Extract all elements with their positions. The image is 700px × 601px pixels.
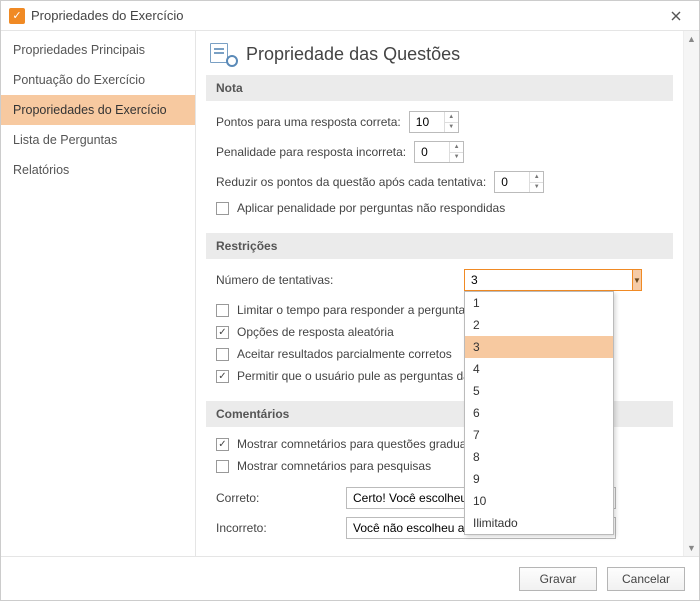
points-down[interactable]: ▼ (445, 123, 458, 133)
dd-item[interactable]: 8 (465, 446, 613, 468)
dd-item[interactable]: 7 (465, 424, 613, 446)
attempts-dropdown[interactable]: ▼ 1 2 3 4 5 6 7 8 9 10 Ilimitado (464, 269, 614, 291)
show-graded-label: Mostrar comnetários para questões gradua… (237, 437, 486, 451)
limit-time-label: Limitar o tempo para responder a pergunt… (237, 303, 468, 317)
points-label: Pontos para uma resposta correta: (216, 115, 401, 129)
scroll-up-icon[interactable]: ▲ (684, 31, 699, 47)
allow-skip-checkbox[interactable]: ✓ (216, 370, 229, 383)
penalty-down[interactable]: ▼ (450, 153, 463, 163)
reduce-spinner[interactable]: ▲▼ (494, 171, 544, 193)
titlebar: ✓ Propriedades do Exercício (1, 1, 699, 31)
app-icon: ✓ (9, 8, 25, 24)
dd-item[interactable]: 6 (465, 402, 613, 424)
sidebar-item-relatorios[interactable]: Relatórios (1, 155, 195, 185)
page-header-icon (210, 43, 236, 65)
dd-item[interactable]: Ilimitado (465, 512, 613, 534)
scroll-down-icon[interactable]: ▼ (684, 540, 699, 556)
dd-item[interactable]: 9 (465, 468, 613, 490)
reduce-down[interactable]: ▼ (530, 183, 543, 193)
penalty-spinner[interactable]: ▲▼ (414, 141, 464, 163)
points-up[interactable]: ▲ (445, 112, 458, 123)
dd-item[interactable]: 2 (465, 314, 613, 336)
reduce-up[interactable]: ▲ (530, 172, 543, 183)
apply-penalty-checkbox[interactable] (216, 202, 229, 215)
accept-partial-label: Aceitar resultados parcialmente corretos (237, 347, 452, 361)
sidebar-item-propriedades-exercicio[interactable]: Proporiedades do Exercício (1, 95, 195, 125)
section-head-restricoes: Restrições (206, 233, 673, 259)
correct-label: Correto: (216, 491, 346, 505)
reduce-input[interactable] (495, 172, 529, 192)
sidebar-item-propriedades-principais[interactable]: Propriedades Principais (1, 35, 195, 65)
incorrect-label: Incorreto: (216, 521, 346, 535)
random-options-checkbox[interactable]: ✓ (216, 326, 229, 339)
page-header: Propriedade das Questões (210, 39, 669, 75)
show-graded-checkbox[interactable]: ✓ (216, 438, 229, 451)
sidebar-item-lista-perguntas[interactable]: Lista de Perguntas (1, 125, 195, 155)
random-options-label: Opções de resposta aleatória (237, 325, 394, 339)
show-survey-label: Mostrar comnetários para pesquisas (237, 459, 431, 473)
save-button[interactable]: Gravar (519, 567, 597, 591)
accept-partial-checkbox[interactable] (216, 348, 229, 361)
sidebar: Propriedades Principais Pontuação do Exe… (1, 31, 196, 556)
limit-time-checkbox[interactable] (216, 304, 229, 317)
close-icon[interactable] (661, 1, 691, 30)
dd-item[interactable]: 3 (465, 336, 613, 358)
dd-item[interactable]: 5 (465, 380, 613, 402)
penalty-up[interactable]: ▲ (450, 142, 463, 153)
reduce-label: Reduzir os pontos da questão após cada t… (216, 175, 486, 189)
footer: Gravar Cancelar (1, 556, 699, 600)
page-title: Propriedade das Questões (246, 44, 460, 65)
show-survey-checkbox[interactable] (216, 460, 229, 473)
dd-item[interactable]: 1 (465, 292, 613, 314)
penalty-input[interactable] (415, 142, 449, 162)
cancel-button[interactable]: Cancelar (607, 567, 685, 591)
chevron-down-icon[interactable]: ▼ (632, 269, 642, 291)
attempts-input[interactable] (464, 269, 632, 291)
content-pane: Propriedade das Questões Nota Pontos par… (196, 31, 683, 556)
points-spinner[interactable]: ▲▼ (409, 111, 459, 133)
attempts-dropdown-list: 1 2 3 4 5 6 7 8 9 10 Ilimitado (464, 291, 614, 535)
sidebar-item-pontuacao[interactable]: Pontuação do Exercício (1, 65, 195, 95)
apply-penalty-label: Aplicar penalidade por perguntas não res… (237, 201, 505, 215)
section-head-nota: Nota (206, 75, 673, 101)
penalty-label: Penalidade para resposta incorreta: (216, 145, 406, 159)
window-title: Propriedades do Exercício (31, 8, 661, 23)
points-input[interactable] (410, 112, 444, 132)
dd-item[interactable]: 10 (465, 490, 613, 512)
dd-item[interactable]: 4 (465, 358, 613, 380)
scrollbar[interactable]: ▲ ▼ (683, 31, 699, 556)
attempts-label: Número de tentativas: (216, 273, 456, 287)
